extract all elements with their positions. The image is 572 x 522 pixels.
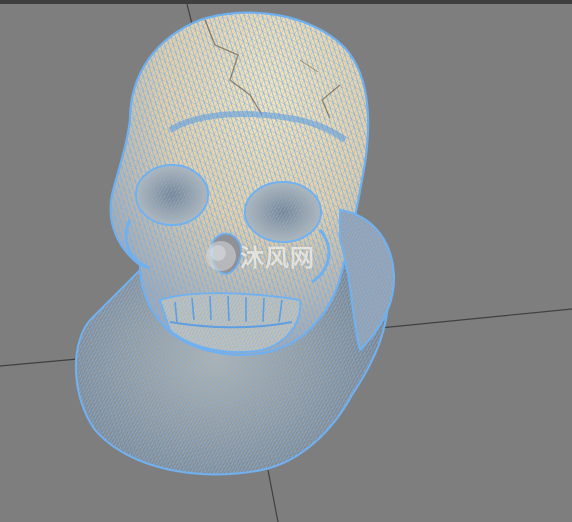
viewport-scene [0,0,572,522]
skull-wireframe-icon[interactable] [109,11,370,356]
3d-viewport[interactable]: 沐风网 [0,0,572,522]
